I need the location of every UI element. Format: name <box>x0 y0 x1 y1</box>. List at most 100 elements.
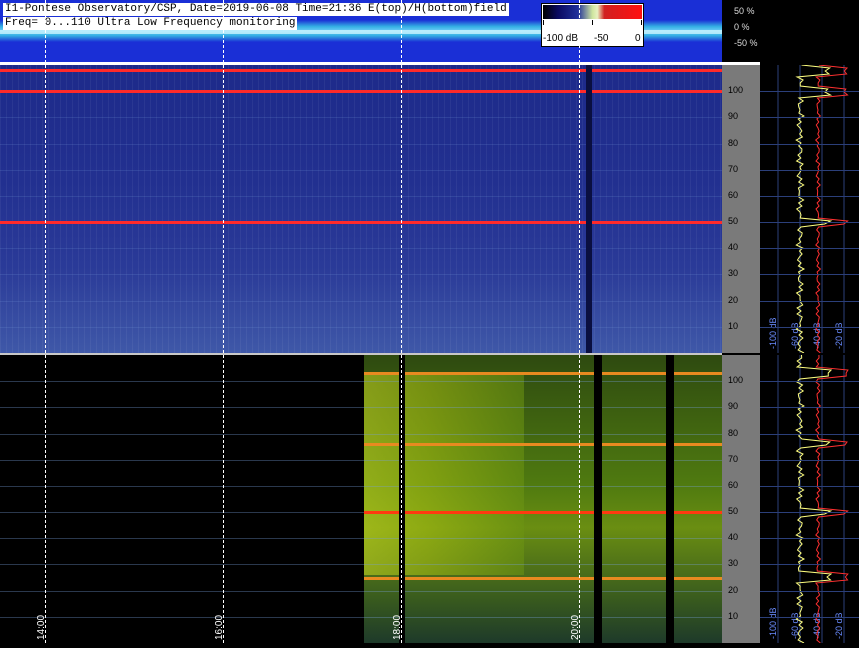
header-strip: I1-Pontese Observatory/CSP, Date=2019-06… <box>0 0 722 62</box>
data-gap <box>586 65 592 353</box>
frequency-grid-line <box>0 117 722 119</box>
frequency-tick-label: 60 <box>728 189 739 200</box>
frequency-grid-line <box>0 407 722 409</box>
spectrum-grid-line <box>760 407 859 409</box>
spectrum-grid-line <box>760 538 859 540</box>
frequency-tick-label: 50 <box>728 506 739 517</box>
interference-line <box>0 69 722 73</box>
amplitude-scale-top: 50 % <box>734 6 755 16</box>
colorbar-label-max: 0 <box>635 33 641 44</box>
h-field-bright-region <box>363 375 524 575</box>
frequency-grid-line <box>0 274 722 276</box>
colorbar-label-min: -100 dB <box>543 33 579 44</box>
spectrum-grid-line <box>760 564 859 566</box>
h-side-spectrum: -100 dB -60 dB -40 dB -20 dB <box>760 354 859 644</box>
amplitude-scale-mid: 0 % <box>734 22 750 32</box>
time-tick-label: 16:00 <box>213 614 225 640</box>
data-gap <box>666 355 674 643</box>
colorbar-label-mid: -50 <box>594 33 609 44</box>
spectrum-trace <box>814 64 849 354</box>
e-frequency-axis: 10 20 30 40 50 60 70 80 90 100 <box>722 65 760 353</box>
spectrum-grid-line <box>760 616 859 618</box>
frequency-tick-label: 70 <box>728 453 739 464</box>
frequency-grid-line <box>0 143 722 145</box>
frequency-tick-label: 30 <box>728 268 739 279</box>
frequency-grid-line <box>0 538 722 540</box>
e-side-spectrum-plot: -100 dB -60 dB -40 dB -20 dB <box>768 64 849 354</box>
frequency-tick-label: 80 <box>728 427 739 438</box>
frequency-grid-line <box>0 326 722 328</box>
spectrum-grid-line <box>760 433 859 435</box>
frequency-grid-line <box>0 564 722 566</box>
amplitude-scale-bottom: -50 % <box>734 38 758 48</box>
colorbar: -100 dB -50 0 <box>541 3 644 47</box>
frequency-grid-line <box>0 248 722 250</box>
frequency-tick-label: 20 <box>728 294 739 305</box>
frequency-tick-label: 100 <box>728 85 744 96</box>
interference-line <box>0 90 722 94</box>
frequency-grid-line <box>0 300 722 302</box>
spectrum-grid-line <box>760 117 859 119</box>
spectrum-grid-line <box>760 195 859 197</box>
h-frequency-axis: 10 20 30 40 50 60 70 80 90 100 <box>722 355 760 643</box>
spectrum-grid-line <box>760 222 859 224</box>
time-grid-line <box>222 0 224 643</box>
spectrum-trace <box>795 64 833 354</box>
colorbar-tick <box>641 20 642 25</box>
chart-title: I1-Pontese Observatory/CSP, Date=2019-06… <box>3 3 509 16</box>
frequency-tick-label: 50 <box>728 216 739 227</box>
frequency-tick-label: 40 <box>728 532 739 543</box>
frequency-tick-label: 30 <box>728 558 739 569</box>
h-side-spectrum-plot: -100 dB -60 dB -40 dB -20 dB <box>768 354 849 644</box>
frequency-grid-line <box>0 590 722 592</box>
frequency-grid-line <box>0 433 722 435</box>
time-grid-line <box>44 0 46 643</box>
frequency-tick-label: 70 <box>728 163 739 174</box>
frequency-tick-label: 10 <box>728 610 739 621</box>
spectrum-grid-line <box>760 248 859 250</box>
frequency-tick-label: 40 <box>728 242 739 253</box>
frequency-grid-line <box>0 169 722 171</box>
spectrum-grid-line <box>760 381 859 383</box>
spectrum-grid-line <box>760 485 859 487</box>
spectrum-grid-line <box>760 143 859 145</box>
time-grid-line <box>401 0 403 643</box>
data-gap <box>594 355 602 643</box>
h-field-spectrogram <box>0 355 722 643</box>
spectrum-db-label: -100 dB <box>768 607 778 639</box>
spectrum-db-label: -100 dB <box>768 317 778 349</box>
spectrum-grid-line <box>760 169 859 171</box>
frequency-grid-line <box>0 459 722 461</box>
time-tick-label: 20:00 <box>570 614 582 640</box>
spectrum-trace <box>795 354 833 644</box>
spectrum-grid-line <box>760 590 859 592</box>
frequency-tick-label: 100 <box>728 375 744 386</box>
frequency-tick-label: 90 <box>728 111 739 122</box>
frequency-tick-label: 10 <box>728 320 739 331</box>
spectrum-grid-line <box>760 274 859 276</box>
e-side-spectrum: -100 dB -60 dB -40 dB -20 dB <box>760 64 859 354</box>
time-tick-label: 14:00 <box>35 614 47 640</box>
spectrum-grid-line <box>760 91 859 93</box>
frequency-grid-line <box>0 485 722 487</box>
time-tick-label: 18:00 <box>392 614 404 640</box>
amplitude-scale: 50 % 0 % -50 % <box>722 0 760 62</box>
chart-subtitle: Freq= 0...110 Ultra Low Frequency monito… <box>3 17 298 30</box>
frequency-tick-label: 90 <box>728 401 739 412</box>
frequency-grid-line <box>0 195 722 197</box>
spectrum-trace <box>814 354 849 644</box>
interference-line <box>0 221 722 225</box>
colorbar-tick <box>543 20 544 25</box>
spectrum-grid-line <box>760 459 859 461</box>
spectrum-grid-line <box>760 326 859 328</box>
e-field-spectrogram <box>0 65 722 353</box>
frequency-tick-label: 20 <box>728 584 739 595</box>
colorbar-tick <box>592 20 593 25</box>
frequency-tick-label: 80 <box>728 137 739 148</box>
spectrum-grid-line <box>760 300 859 302</box>
frequency-tick-label: 60 <box>728 479 739 490</box>
frequency-grid-line <box>0 616 722 618</box>
frequency-grid-line <box>0 381 722 383</box>
spectrum-grid-line <box>760 512 859 514</box>
time-grid-line <box>579 0 581 643</box>
